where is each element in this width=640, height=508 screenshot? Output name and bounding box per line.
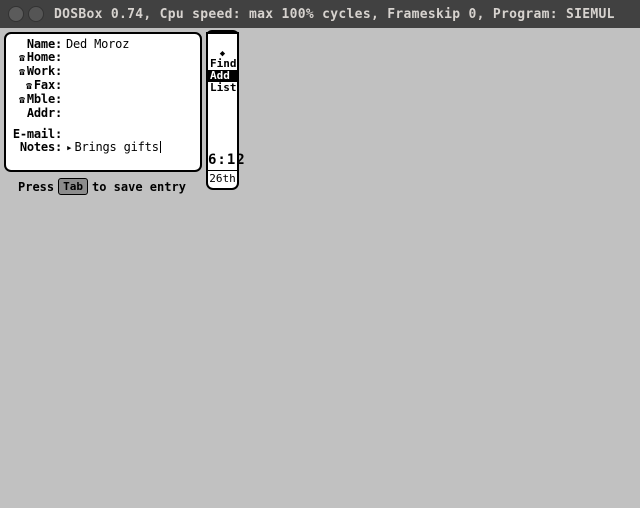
field-addr[interactable]: Addr: [12, 107, 194, 120]
notes-label: Notes: [20, 141, 62, 154]
app-area: Name: Ded Moroz ☎Home: ☎Work: ☎Fax: ☎Mbl… [0, 28, 640, 34]
field-mble[interactable]: ☎Mble: [12, 93, 194, 107]
mble-label: Mble: [27, 93, 62, 106]
text-caret [160, 141, 162, 153]
tab-key[interactable]: Tab [58, 178, 88, 195]
field-home[interactable]: ☎Home: [12, 51, 194, 65]
work-label: Work: [27, 65, 62, 78]
close-icon[interactable] [8, 6, 24, 22]
phone-icon: ☎ [17, 66, 27, 79]
prompt-after: to save entry [92, 180, 186, 194]
date: 26th [208, 170, 237, 186]
side-panel: ◆ Find Add List 6:12 26th [206, 32, 239, 190]
field-work[interactable]: ☎Work: [12, 65, 194, 79]
minimize-icon[interactable] [28, 6, 44, 22]
field-fax[interactable]: ☎Fax: [12, 79, 194, 93]
clock: 6:12 [208, 150, 237, 170]
window-buttons [0, 6, 54, 22]
fax-label: Fax: [34, 79, 62, 92]
notes-value: Brings gifts [74, 140, 158, 154]
menu-item-list[interactable]: List [208, 82, 237, 94]
contact-card: Name: Ded Moroz ☎Home: ☎Work: ☎Fax: ☎Mbl… [4, 32, 202, 172]
titlebar: DOSBox 0.74, Cpu speed: max 100% cycles,… [0, 0, 640, 28]
home-label: Home: [27, 51, 62, 64]
addr-label: Addr: [27, 107, 62, 120]
save-prompt: Press Tab to save entry [18, 178, 186, 195]
phone-icon: ☎ [17, 94, 27, 107]
name-value: Ded Moroz [62, 38, 129, 51]
prompt-before: Press [18, 180, 54, 194]
phone-icon: ☎ [17, 52, 27, 65]
field-notes[interactable]: Notes: ▸Brings gifts [12, 141, 194, 154]
window-title: DOSBox 0.74, Cpu speed: max 100% cycles,… [54, 7, 640, 22]
